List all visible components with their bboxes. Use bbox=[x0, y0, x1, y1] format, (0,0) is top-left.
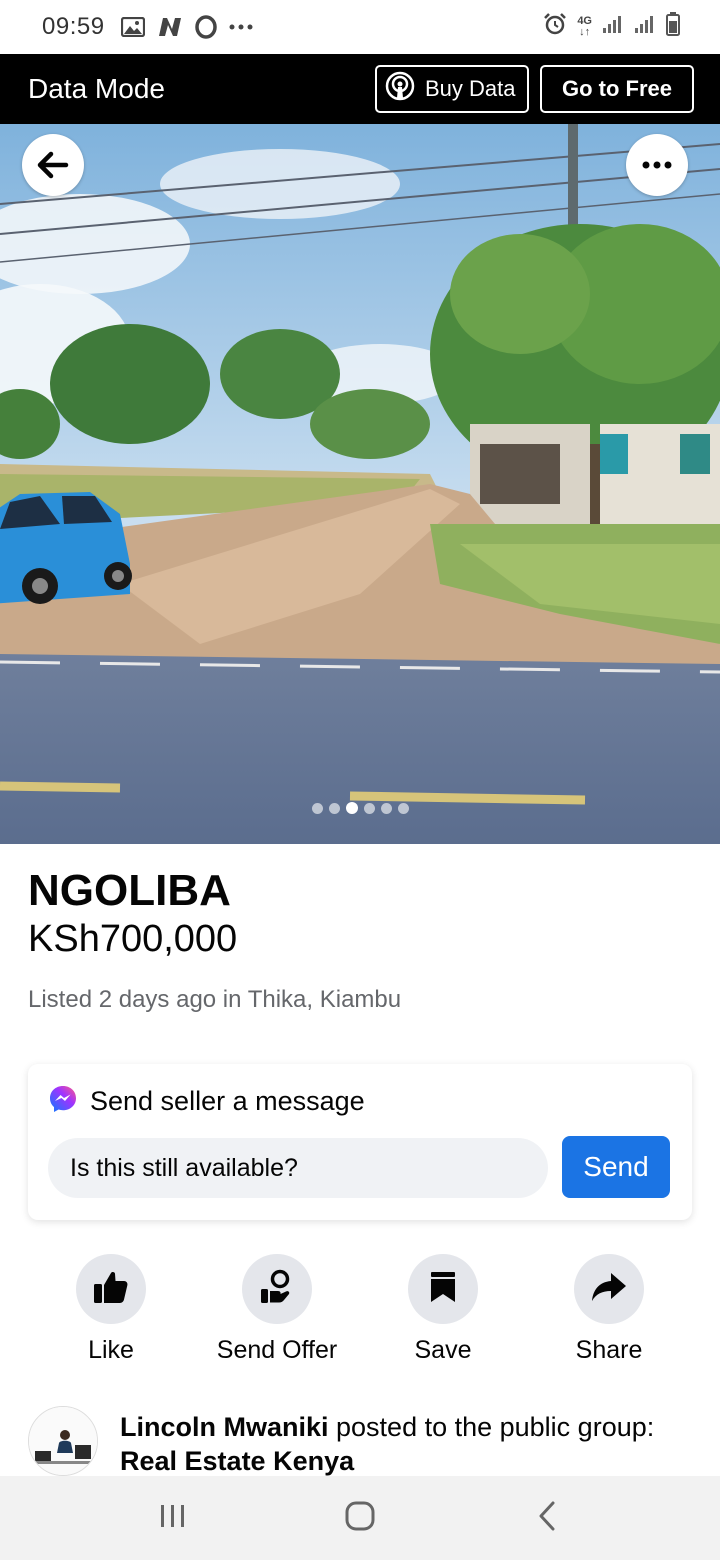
like-label: Like bbox=[88, 1336, 134, 1364]
battery-icon bbox=[666, 12, 680, 41]
recent-apps-icon bbox=[159, 1503, 187, 1534]
more-dots-icon bbox=[642, 161, 672, 169]
more-dots-icon bbox=[229, 24, 253, 30]
slide-dot bbox=[397, 802, 409, 814]
messenger-icon bbox=[48, 1084, 78, 1119]
buy-data-button[interactable]: Buy Data bbox=[375, 65, 529, 113]
listing-meta: Listed 2 days ago in Thika, Kiambu bbox=[28, 986, 402, 1013]
signal-icon-2 bbox=[634, 14, 656, 39]
bookmark-icon bbox=[429, 1270, 457, 1309]
slide-dot bbox=[328, 802, 340, 814]
listing-price: KSh700,000 bbox=[28, 918, 238, 960]
avatar[interactable] bbox=[28, 1406, 98, 1476]
share-icon bbox=[591, 1272, 627, 1307]
send-offer-button[interactable]: Send Offer bbox=[194, 1254, 360, 1365]
data-mode-title: Data Mode bbox=[28, 73, 165, 104]
message-input[interactable]: Is this still available? bbox=[48, 1138, 548, 1198]
more-options-button[interactable] bbox=[626, 134, 688, 196]
recent-apps-button[interactable] bbox=[143, 1488, 203, 1548]
go-to-free-label: Go to Free bbox=[561, 76, 672, 101]
chevron-left-icon bbox=[537, 1501, 557, 1536]
like-button[interactable]: Like bbox=[28, 1254, 194, 1365]
post-author-name[interactable]: Lincoln Mwaniki bbox=[120, 1412, 329, 1442]
n-icon bbox=[157, 16, 183, 38]
send-offer-label: Send Offer bbox=[216, 1336, 338, 1364]
alarm-icon bbox=[543, 12, 567, 41]
back-nav-button[interactable] bbox=[517, 1488, 577, 1548]
post-group-name[interactable]: Real Estate Kenya bbox=[120, 1446, 354, 1476]
share-label: Share bbox=[575, 1336, 643, 1364]
message-header-text: Send seller a message bbox=[90, 1086, 365, 1116]
network-type: 4G ↓↑ bbox=[577, 14, 592, 38]
status-time: 09:59 bbox=[42, 13, 105, 40]
save-button[interactable]: Save bbox=[360, 1254, 526, 1365]
image-icon bbox=[120, 17, 145, 37]
slide-indicator bbox=[0, 802, 720, 814]
slide-dot bbox=[311, 802, 323, 814]
message-card: Send seller a message Is this still avai… bbox=[28, 1064, 692, 1220]
share-button[interactable]: Share bbox=[526, 1254, 692, 1365]
post-text: Lincoln Mwaniki posted to the public gro… bbox=[120, 1410, 700, 1478]
slide-dot bbox=[380, 802, 392, 814]
arrow-left-icon bbox=[37, 151, 69, 179]
share-circle[interactable] bbox=[574, 1254, 644, 1324]
signal-icon bbox=[602, 14, 624, 39]
listing-title: NGOLIBA bbox=[28, 866, 231, 915]
message-header: Send seller a message bbox=[48, 1084, 365, 1119]
listing-image bbox=[0, 124, 720, 844]
podcast-icon bbox=[385, 71, 415, 107]
opera-icon bbox=[194, 15, 217, 39]
slide-dot bbox=[363, 802, 375, 814]
go-to-free-button[interactable]: Go to Free bbox=[540, 65, 694, 113]
offer-icon bbox=[259, 1269, 295, 1310]
data-mode-bar: Data Mode Buy Data Go to Free bbox=[0, 54, 720, 124]
buy-data-label: Buy Data bbox=[425, 76, 516, 101]
home-button[interactable] bbox=[330, 1488, 390, 1548]
like-circle[interactable] bbox=[76, 1254, 146, 1324]
save-label: Save bbox=[414, 1336, 472, 1364]
system-nav-bar bbox=[0, 1476, 720, 1560]
slide-dot bbox=[345, 802, 358, 814]
home-icon bbox=[345, 1501, 375, 1536]
send-button[interactable]: Send bbox=[562, 1136, 670, 1198]
listing-photo[interactable] bbox=[0, 124, 720, 844]
post-action-text: posted to the public group: bbox=[328, 1412, 655, 1442]
action-row: Like Send Offer Save Share bbox=[28, 1254, 692, 1365]
back-button[interactable] bbox=[22, 134, 84, 196]
save-circle[interactable] bbox=[408, 1254, 478, 1324]
status-bar: 09:59 4G ↓↑ bbox=[0, 0, 720, 54]
send-offer-circle[interactable] bbox=[242, 1254, 312, 1324]
thumbs-up-icon bbox=[93, 1270, 129, 1309]
